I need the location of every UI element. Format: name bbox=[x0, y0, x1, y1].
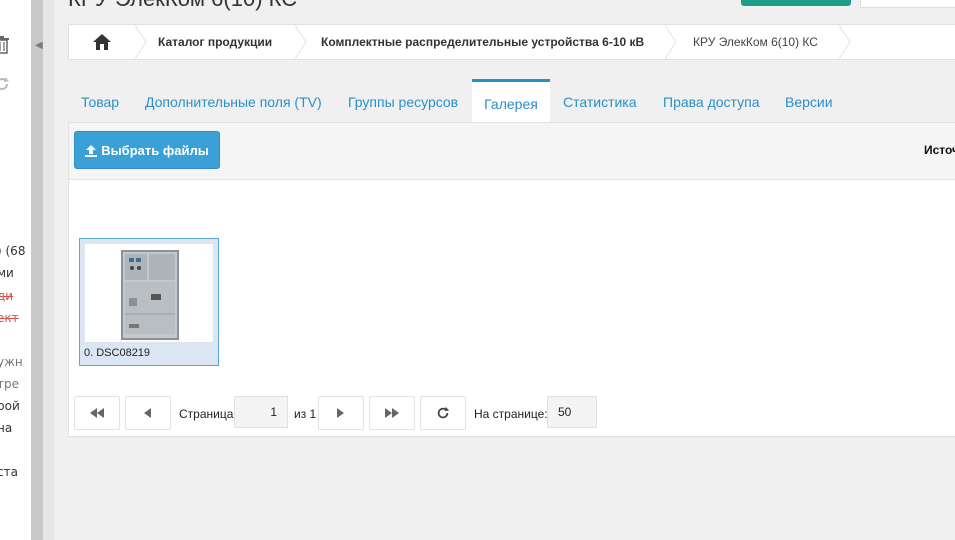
source-label: Источ bbox=[924, 143, 955, 157]
page-title: КРУ ЭлекКом 6(10) КС bbox=[68, 0, 297, 12]
tab-tv-fields[interactable]: Дополнительные поля (TV) bbox=[145, 82, 322, 122]
upload-files-label: Выбрать файлы bbox=[101, 143, 209, 158]
tab-product[interactable]: Товар bbox=[81, 82, 119, 122]
gallery-item[interactable]: 0. DSC08219 bbox=[79, 238, 219, 366]
gallery-toolbar: Выбрать файлы Источ bbox=[69, 123, 955, 180]
tree-item[interactable]: на bbox=[0, 421, 12, 435]
splitter-edge bbox=[43, 0, 54, 540]
prev-page-button[interactable] bbox=[125, 396, 171, 430]
refresh-button[interactable] bbox=[420, 396, 466, 430]
save-button[interactable] bbox=[741, 0, 851, 6]
tab-resource-groups[interactable]: Группы ресурсов bbox=[348, 82, 458, 122]
gallery-thumbnail[interactable] bbox=[85, 244, 213, 342]
breadcrumb-separator bbox=[665, 25, 677, 59]
tree-item[interactable]: ди bbox=[0, 289, 13, 303]
switchgear-photo bbox=[121, 250, 179, 340]
next-page-icon bbox=[337, 408, 344, 418]
tree-item[interactable]: ста bbox=[0, 465, 18, 479]
tree-item[interactable]: ект bbox=[0, 311, 19, 325]
tab-statistics[interactable]: Статистика bbox=[563, 82, 637, 122]
refresh-icon bbox=[437, 406, 450, 419]
breadcrumb: Каталог продукции Комплектные распредели… bbox=[68, 24, 955, 60]
last-page-icon bbox=[385, 408, 399, 418]
page-count-label: из 1 bbox=[294, 407, 317, 421]
panel-splitter[interactable] bbox=[31, 0, 43, 540]
gallery-item-caption: 0. DSC08219 bbox=[84, 347, 151, 359]
top-action-box[interactable] bbox=[860, 0, 955, 8]
upload-files-button[interactable]: Выбрать файлы bbox=[74, 131, 220, 169]
breadcrumb-separator bbox=[295, 25, 307, 59]
per-page-input[interactable]: 50 bbox=[547, 396, 597, 428]
tree-item[interactable]: ) (68 bbox=[0, 244, 25, 258]
resource-tree-panel: ) (68 ми ди ект ужн тре рой на ста bbox=[0, 0, 31, 540]
next-page-button[interactable] bbox=[318, 396, 364, 430]
breadcrumb-item-current: КРУ ЭлекКом 6(10) КС bbox=[693, 35, 818, 49]
tree-item[interactable]: ужн bbox=[0, 355, 23, 369]
page-number-input[interactable]: 1 bbox=[234, 396, 288, 428]
breadcrumb-item-catalog[interactable]: Каталог продукции bbox=[158, 25, 272, 59]
tree-item[interactable]: ми bbox=[0, 266, 14, 280]
tree-item[interactable]: рой bbox=[0, 399, 20, 413]
tab-versions[interactable]: Версии bbox=[785, 82, 833, 122]
upload-icon bbox=[85, 134, 98, 172]
per-page-label: На странице: bbox=[474, 407, 548, 421]
gallery-panel: Выбрать файлы Источ 0. DSC08219 bbox=[68, 122, 955, 437]
prev-page-icon bbox=[144, 408, 151, 418]
breadcrumb-separator bbox=[135, 25, 147, 59]
breadcrumb-item-category[interactable]: Комплектные распределительные устройства… bbox=[321, 25, 644, 59]
trash-icon[interactable] bbox=[0, 36, 10, 58]
tab-gallery[interactable]: Галерея bbox=[472, 79, 550, 125]
last-page-button[interactable] bbox=[369, 396, 415, 430]
first-page-icon bbox=[90, 408, 104, 418]
page-label: Страница bbox=[179, 407, 234, 421]
tab-access-rights[interactable]: Права доступа bbox=[663, 82, 759, 122]
home-icon[interactable] bbox=[93, 34, 111, 54]
tree-item[interactable]: тре bbox=[0, 377, 19, 391]
breadcrumb-separator bbox=[839, 25, 851, 59]
refresh-icon[interactable] bbox=[0, 76, 10, 96]
collapse-arrow-icon[interactable]: ◀ bbox=[35, 40, 43, 51]
first-page-button[interactable] bbox=[74, 396, 120, 430]
